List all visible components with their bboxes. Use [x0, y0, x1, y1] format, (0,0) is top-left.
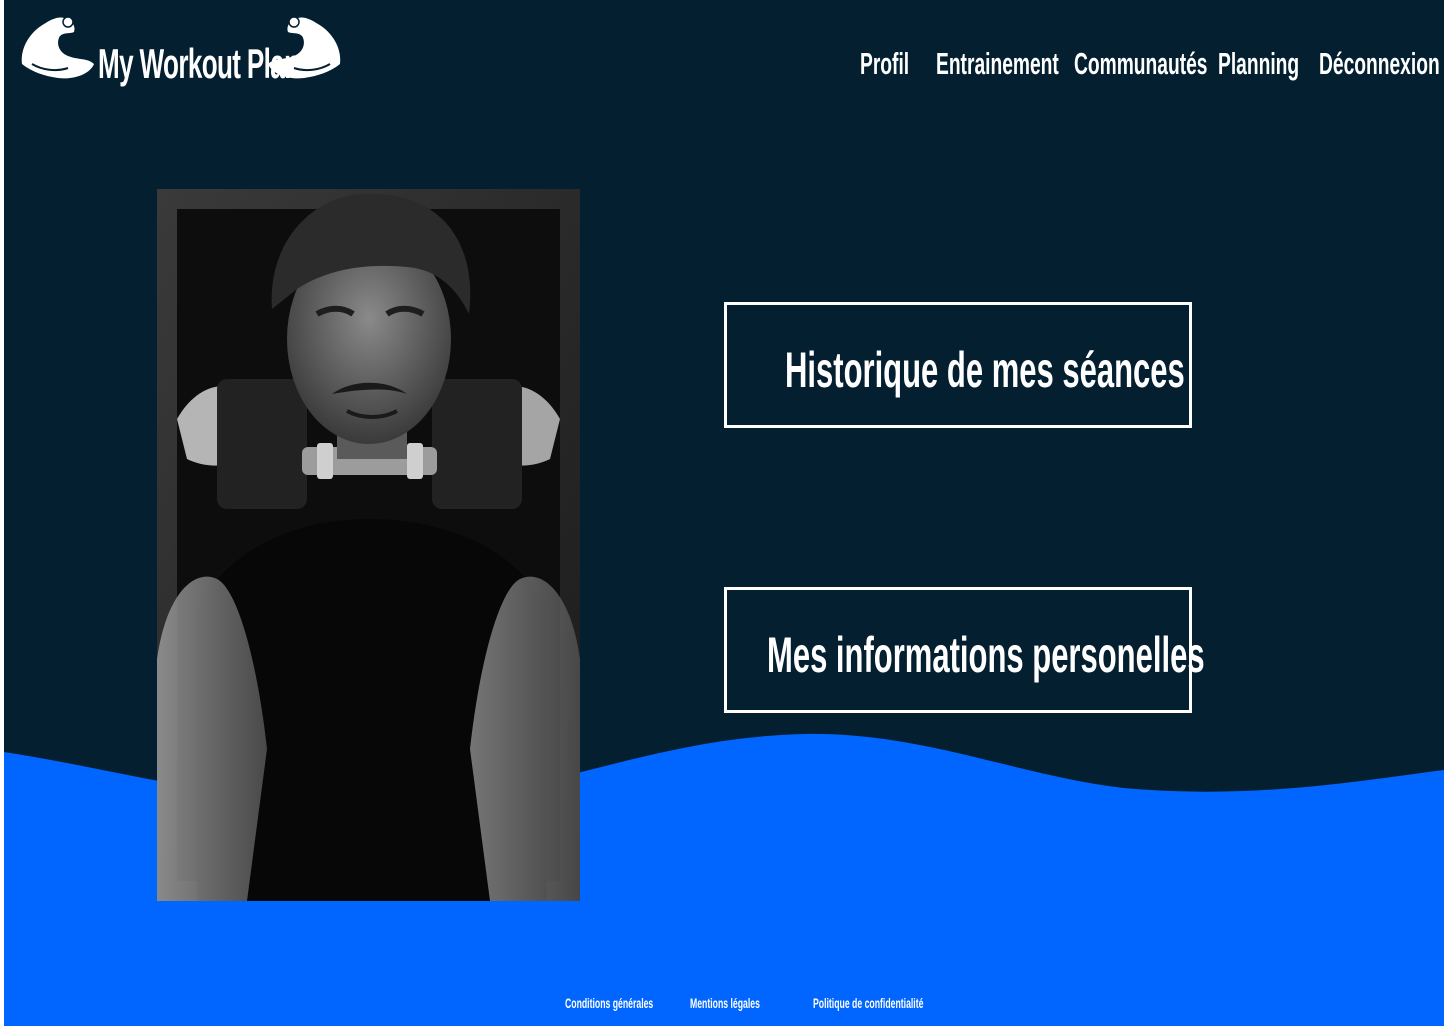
nav-communautes[interactable]: Communautés: [1074, 46, 1207, 82]
session-history-button[interactable]: Historique de mes séances: [724, 302, 1192, 428]
logo[interactable]: My Workout Plan: [18, 10, 348, 90]
nav-profil[interactable]: Profil: [860, 46, 909, 82]
footer-terms-link[interactable]: Conditions générales: [565, 995, 653, 1011]
footer-legal-link[interactable]: Mentions légales: [690, 995, 760, 1011]
footer-privacy-link[interactable]: Politique de confidentialité: [813, 995, 923, 1011]
nav-deconnexion[interactable]: Déconnexion: [1319, 46, 1440, 82]
page: My Workout Plan Profil Entrainement Comm…: [4, 0, 1444, 1026]
nav-planning[interactable]: Planning: [1218, 46, 1299, 82]
personal-info-label: Mes informations personelles: [767, 627, 1205, 683]
nav-entrainement[interactable]: Entrainement: [936, 46, 1059, 82]
session-history-label: Historique de mes séances: [785, 342, 1185, 398]
personal-info-button[interactable]: Mes informations personelles: [724, 587, 1205, 713]
workout-photo: [157, 189, 580, 901]
flexed-arm-icon: [268, 16, 341, 79]
flexed-arm-icon: [21, 16, 94, 79]
